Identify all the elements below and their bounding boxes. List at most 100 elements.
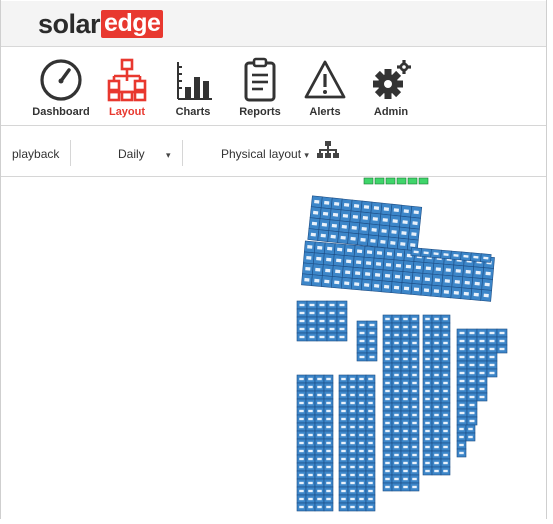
panel-optimizer-marker <box>394 429 399 433</box>
inverter-marker[interactable] <box>396 177 407 185</box>
panel-optimizer-marker <box>308 441 313 445</box>
nav-item-admin[interactable]: Admin <box>359 57 423 118</box>
panel-optimizer-marker <box>412 421 417 425</box>
panel-optimizer-marker <box>403 397 408 401</box>
playback-button[interactable]: playback <box>12 147 59 161</box>
panel-optimizer-marker <box>385 437 390 441</box>
panel-optimizer-marker <box>341 465 346 469</box>
panel-array <box>456 400 478 426</box>
physical-layout-canvas[interactable] <box>1 177 546 519</box>
panel-optimizer-marker <box>368 449 373 453</box>
panel-optimizer-marker <box>308 409 313 413</box>
inverter-marker[interactable] <box>374 177 385 185</box>
panel-optimizer-marker <box>385 373 390 377</box>
panel-optimizer-marker <box>343 203 350 207</box>
panel-optimizer-marker <box>350 497 355 501</box>
panel-optimizer-marker <box>469 379 475 383</box>
nav-item-dashboard[interactable]: Dashboard <box>29 57 93 118</box>
panel-optimizer-marker <box>307 245 313 249</box>
panel-optimizer-marker <box>411 232 417 237</box>
panel-optimizer-marker <box>469 355 475 359</box>
panel-optimizer-marker <box>396 252 403 257</box>
panel-optimizer-marker <box>412 317 417 321</box>
panel-optimizer-marker <box>359 393 364 397</box>
panel-optimizer-marker <box>326 497 331 501</box>
panel-optimizer-marker <box>368 481 373 485</box>
solaredge-logo[interactable]: solar edge <box>38 9 164 39</box>
panel-optimizer-marker <box>489 347 495 351</box>
panel-optimizer-marker <box>341 441 346 445</box>
panel-optimizer-marker <box>299 449 304 453</box>
panel-optimizer-marker <box>308 505 313 509</box>
panel-optimizer-marker <box>299 433 304 437</box>
logical-layout-icon[interactable] <box>317 140 339 162</box>
panel-optimizer-marker <box>308 425 313 429</box>
nav-item-layout[interactable]: Layout <box>95 57 159 118</box>
panel-optimizer-marker <box>404 275 411 280</box>
panel-optimizer-marker <box>351 225 357 230</box>
panel-optimizer-marker <box>360 237 366 242</box>
clipboard-report-icon <box>244 57 276 102</box>
panel-optimizer-marker <box>393 208 399 213</box>
nav-item-reports[interactable]: Reports <box>228 57 292 118</box>
panel-optimizer-marker <box>425 349 430 353</box>
panel-optimizer-marker <box>359 449 364 453</box>
panel-optimizer-marker <box>308 473 313 477</box>
panel-optimizer-marker <box>385 325 390 329</box>
panel-optimizer-marker <box>412 485 417 489</box>
panel-optimizer-marker <box>403 445 408 449</box>
panel-optimizer-marker <box>341 377 346 381</box>
panel-optimizer-marker <box>326 449 331 453</box>
panel-optimizer-marker <box>403 333 408 337</box>
panel-optimizer-marker <box>311 221 318 226</box>
panel-optimizer-marker <box>326 457 331 461</box>
panel-optimizer-marker <box>326 425 331 429</box>
inverter-marker[interactable] <box>418 177 429 185</box>
panel-optimizer-marker <box>394 421 399 425</box>
panel-optimizer-marker <box>443 290 449 294</box>
layout-mode-select[interactable]: Physical layout ▾ <box>221 147 309 161</box>
panel-optimizer-marker <box>434 349 439 353</box>
panel-array <box>301 240 495 302</box>
panel-optimizer-marker <box>394 397 399 401</box>
inverter-marker[interactable] <box>363 177 374 185</box>
panel-optimizer-marker <box>412 453 417 457</box>
panel-array <box>338 374 376 512</box>
inverter-marker[interactable] <box>407 177 418 185</box>
panel-optimizer-marker <box>341 425 346 429</box>
panel-optimizer-marker <box>391 230 397 234</box>
panel-optimizer-marker <box>319 311 325 315</box>
panel-optimizer-marker <box>434 461 439 465</box>
panel-optimizer-marker <box>308 377 313 381</box>
panel-optimizer-marker <box>326 377 331 381</box>
panel-array <box>456 440 467 458</box>
panel-optimizer-marker <box>479 371 485 375</box>
panel-optimizer-marker <box>359 457 364 461</box>
panel-layout-map[interactable] <box>1 177 546 519</box>
panel-optimizer-marker <box>337 247 343 252</box>
panel-optimizer-marker <box>359 425 364 429</box>
panel-optimizer-marker <box>390 241 396 245</box>
inverter-marker[interactable] <box>385 177 396 185</box>
nav-item-charts[interactable]: Charts <box>161 57 225 118</box>
panel-optimizer-marker <box>317 393 322 397</box>
panel-optimizer-marker <box>425 445 430 449</box>
panel-optimizer-marker <box>479 395 485 399</box>
panel-optimizer-marker <box>385 421 390 425</box>
panel-optimizer-marker <box>308 417 313 421</box>
panel-optimizer-marker <box>346 259 352 264</box>
panel-optimizer-marker <box>359 497 364 501</box>
period-select[interactable]: Daily <box>118 147 145 161</box>
panel-optimizer-marker <box>314 278 320 283</box>
panel-optimizer-marker <box>445 268 451 272</box>
panel-optimizer-marker <box>308 457 313 461</box>
panel-optimizer-marker <box>385 381 390 385</box>
panel-optimizer-marker <box>412 381 417 385</box>
panel-optimizer-marker <box>368 401 373 405</box>
nav-item-alerts[interactable]: Alerts <box>293 57 357 118</box>
layout-hierarchy-icon <box>107 58 147 102</box>
period-dropdown-icon[interactable]: ▾ <box>166 147 171 161</box>
panel-optimizer-marker <box>359 473 364 477</box>
panel-optimizer-marker <box>359 441 364 445</box>
panel-optimizer-marker <box>326 257 332 262</box>
